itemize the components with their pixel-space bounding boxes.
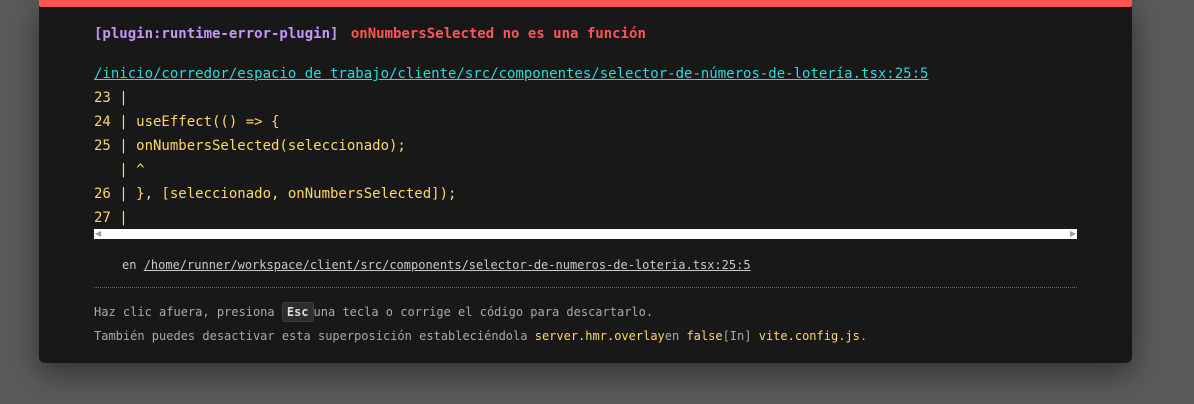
tip-text: También puedes desactivar esta superposi… [94, 329, 528, 343]
tip-text: una tecla o corrige el código para desca… [313, 305, 654, 319]
disable-overlay-tip: También puedes desactivar esta superposi… [94, 326, 867, 346]
code-line: 25 | onNumbersSelected(seleccionado); [94, 138, 406, 154]
esc-key: Esc [281, 302, 314, 322]
error-overlay: [plugin:runtime-error-plugin] onNumbersS… [39, 0, 1132, 363]
error-text: onNumbersSelected no es una función [350, 26, 646, 42]
config-key: server.hmr.overlay [534, 329, 665, 343]
code-line-caret: | ^ [94, 162, 145, 178]
stack-location-link[interactable]: /home/runner/workspace/client/src/compon… [144, 258, 751, 272]
code-line: 27 | [94, 210, 128, 226]
tip-text: . [859, 329, 868, 343]
plugin-name: [plugin:runtime-error-plugin] [94, 26, 339, 42]
stack-trace: en /home/runner/workspace/client/src/com… [122, 256, 751, 274]
tips-divider [94, 287, 1077, 288]
tip-text: en [664, 329, 680, 343]
scroll-right-icon[interactable]: ▶ [1070, 230, 1076, 238]
stack-prefix: en [122, 258, 137, 272]
error-file-link[interactable]: /inicio/corredor/espacio de trabajo/clie… [94, 64, 928, 84]
false-value: false [686, 329, 723, 343]
code-frame: 23 | 24 | useEffect(() => { 25 | onNumbe… [94, 86, 1077, 230]
tip-text: [In] [722, 329, 752, 343]
config-file: vite.config.js [758, 329, 860, 343]
code-line: 26 | }, [seleccionado, onNumbersSelected… [94, 186, 457, 202]
code-line: 23 | [94, 90, 128, 106]
dismiss-tip: Haz clic afuera, presiona Esc una tecla o… [94, 302, 653, 322]
error-message: [plugin:runtime-error-plugin] onNumbersS… [94, 24, 646, 44]
horizontal-scrollbar[interactable]: ◀ ▶ [94, 229, 1077, 239]
scroll-left-icon[interactable]: ◀ [95, 230, 101, 238]
code-line: 24 | useEffect(() => { [94, 114, 280, 130]
error-top-stripe [39, 0, 1132, 7]
tip-text: Haz clic afuera, presiona [94, 305, 275, 319]
